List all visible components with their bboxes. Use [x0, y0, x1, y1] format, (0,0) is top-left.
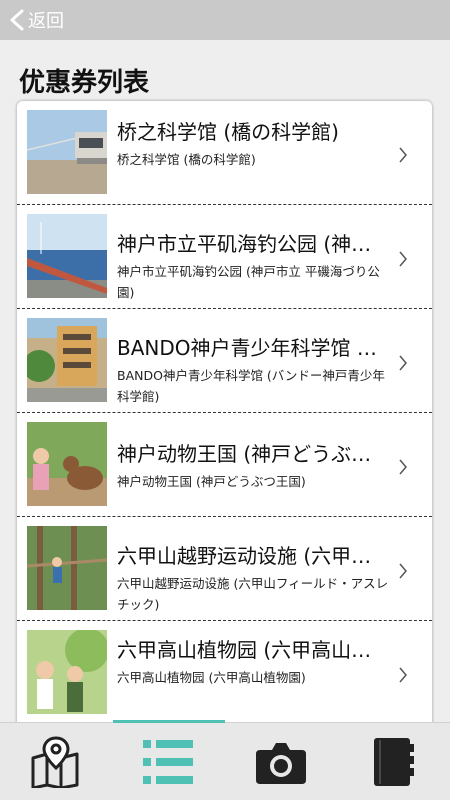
back-chevron-icon [10, 9, 24, 31]
tab-map[interactable] [0, 723, 112, 800]
coupon-subtitle: 桥之科学馆 (橋の科学館) [117, 152, 256, 167]
coupon-item[interactable]: BANDO神户青少年科学馆 … BANDO神户青少年科学馆 (バンドー神戸青少年… [17, 309, 432, 413]
page-title: 优惠券列表 [19, 68, 150, 98]
coupon-title: 六甲山越野运动设施 (六甲… [117, 544, 372, 568]
map-pin-icon [31, 736, 79, 788]
coupon-title: 桥之科学馆 (橋の科学館) [117, 120, 339, 144]
coupon-title: 神户市立平矶海钓公园 (神… [117, 232, 372, 256]
coupon-thumbnail [27, 110, 107, 194]
chevron-right-icon [399, 355, 407, 371]
coupon-thumbnail [27, 526, 107, 610]
chevron-right-icon [399, 667, 407, 683]
coupon-title: 神户动物王国 (神戸どうぶ… [117, 442, 372, 466]
tab-list[interactable] [112, 723, 224, 800]
coupon-title: 六甲高山植物园 (六甲高山… [117, 638, 372, 662]
list-icon [143, 740, 193, 784]
chevron-right-icon [399, 251, 407, 267]
chevron-right-icon [399, 563, 407, 579]
coupon-list: 桥之科学馆 (橋の科学館) 桥之科学馆 (橋の科学館) 神户市立平矶海钓公园 (… [17, 101, 432, 726]
coupon-subtitle: 神户动物王国 (神戸どうぶつ王国) [117, 474, 306, 489]
notebook-icon [374, 738, 414, 786]
top-bar: 返回 [0, 0, 450, 40]
coupon-item[interactable]: 桥之科学馆 (橋の科学館) 桥之科学馆 (橋の科学館) [17, 101, 432, 205]
back-button[interactable]: 返回 [0, 0, 64, 40]
coupon-subtitle: 六甲高山植物园 (六甲高山植物園) [117, 670, 306, 685]
back-label: 返回 [28, 11, 64, 32]
coupon-item[interactable]: 神户动物王国 (神戸どうぶ… 神户动物王国 (神戸どうぶつ王国) [17, 413, 432, 517]
coupon-item[interactable]: 神户市立平矶海钓公园 (神… 神户市立平矶海钓公园 (神戸市立 平磯海づり公園) [17, 205, 432, 309]
coupon-thumbnail [27, 214, 107, 298]
coupon-item[interactable]: 六甲高山植物园 (六甲高山… 六甲高山植物园 (六甲高山植物園) [17, 621, 432, 725]
coupon-subtitle: 神户市立平矶海钓公园 (神戸市立 平磯海づり公園) [117, 264, 380, 300]
coupon-thumbnail [27, 630, 107, 714]
coupon-thumbnail [27, 422, 107, 506]
coupon-title: BANDO神户青少年科学馆 … [117, 336, 377, 360]
coupon-item[interactable]: 六甲山越野运动设施 (六甲… 六甲山越野运动设施 (六甲山フィールド・アスレチッ… [17, 517, 432, 621]
coupon-subtitle: 六甲山越野运动设施 (六甲山フィールド・アスレチック) [117, 576, 389, 612]
chevron-right-icon [399, 147, 407, 163]
chevron-right-icon [399, 459, 407, 475]
bottom-tab-bar [0, 720, 450, 800]
camera-icon [256, 743, 306, 784]
coupon-thumbnail [27, 318, 107, 402]
tab-camera[interactable] [225, 723, 337, 800]
coupon-subtitle: BANDO神户青少年科学馆 (バンドー神戸青少年科学館) [117, 368, 385, 404]
tab-notebook[interactable] [338, 723, 450, 800]
